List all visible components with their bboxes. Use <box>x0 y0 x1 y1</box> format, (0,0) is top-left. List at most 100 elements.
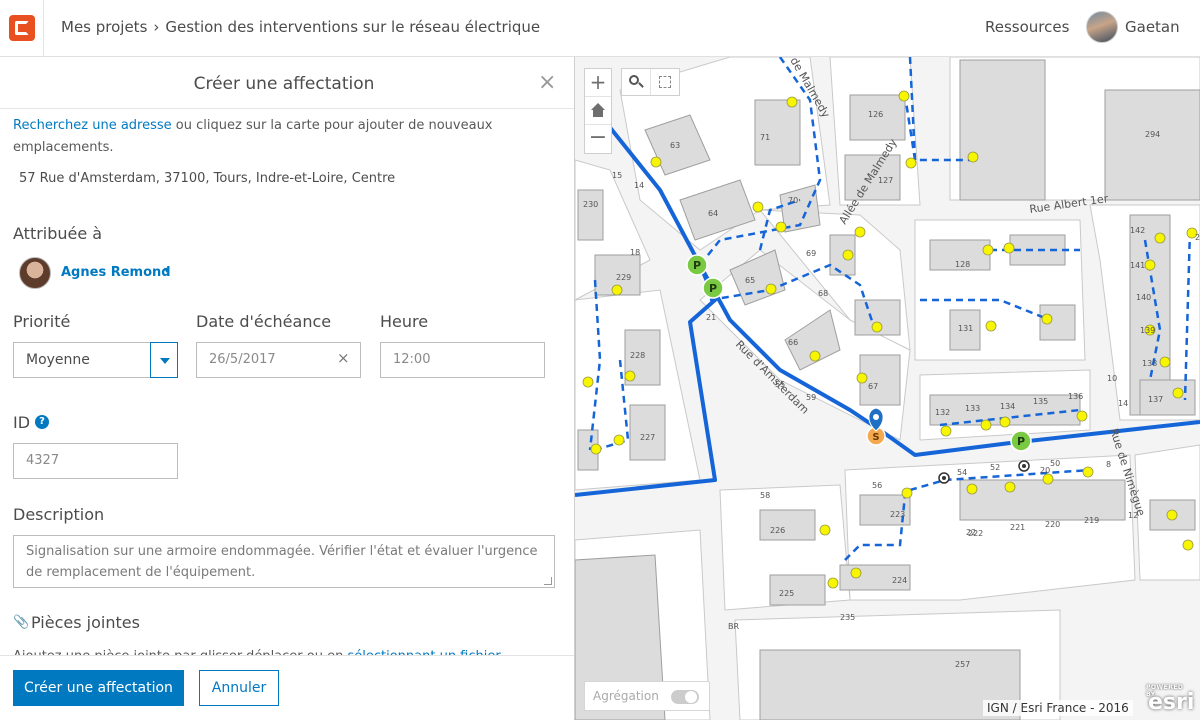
priority-value: Moyenne <box>26 352 90 368</box>
intro-text: Recherchez une adresse ou cliquez sur la… <box>13 115 533 159</box>
parcel-label: 63 <box>670 141 680 150</box>
parcel-label: 137 <box>1148 395 1163 404</box>
parcel-label: 8 <box>1106 460 1111 469</box>
parcel-label: 132 <box>935 408 950 417</box>
parcel-label: 12 <box>1128 511 1138 520</box>
user-avatar[interactable] <box>1086 11 1118 43</box>
parcel-label: 220 <box>1045 520 1060 529</box>
parcel-label: 52 <box>990 463 1000 472</box>
aggregation-toggle[interactable]: Agrégation <box>584 681 710 711</box>
parcel-label: 138 <box>1142 359 1157 368</box>
parcel-label: 225 <box>779 589 794 598</box>
app-header: Mes projets › Gestion des interventions su… <box>0 0 1200 57</box>
attachments-label: Pièces jointes <box>31 613 140 632</box>
parcel-label: 14 <box>1118 399 1128 408</box>
parcel-label: 66 <box>788 338 798 347</box>
description-field[interactable]: Signalisation sur une armoire endommagée… <box>13 535 555 588</box>
breadcrumb-projects-link[interactable]: Mes projets <box>61 18 147 36</box>
create-assignment-button[interactable]: Créer une affectation <box>13 670 184 706</box>
parcel-label: 55 <box>775 380 785 389</box>
title-divider <box>0 108 574 109</box>
search-address-link[interactable]: Recherchez une adresse <box>13 118 172 133</box>
user-name[interactable]: Gaetan <box>1125 18 1180 36</box>
zoom-out-button[interactable]: − <box>585 125 611 153</box>
parcel-label: 22 <box>966 528 976 537</box>
description-label: Description <box>13 505 105 524</box>
parcel-label: 141 <box>1130 261 1145 270</box>
assigned-to-label: Attribuée à <box>13 224 103 243</box>
breadcrumb-current-project: Gestion des interventions sur le réseau … <box>165 18 541 36</box>
time-field[interactable]: 12:00 <box>380 342 545 378</box>
assignee-avatar <box>19 257 51 289</box>
parcel-label: 219 <box>1084 516 1099 525</box>
help-icon[interactable]: ? <box>35 415 49 429</box>
panel-footer: Créer une affectation Annuler <box>0 655 574 720</box>
parcel-label: 224 <box>892 576 907 585</box>
parcel-label: 69 <box>806 249 816 258</box>
parcel-label: 126 <box>868 110 883 119</box>
select-tool-icon[interactable] <box>652 69 680 95</box>
pin-label: S <box>872 432 879 443</box>
parcel-label: 2 <box>1195 233 1200 242</box>
clear-date-icon[interactable]: × <box>337 349 350 367</box>
due-date-label: Date d'échéance <box>196 312 332 331</box>
parking-label: P <box>709 282 717 295</box>
parcel-label: 235 <box>840 613 855 622</box>
chevron-down-icon[interactable]: ▾ <box>164 265 169 276</box>
parcel-label: 14 <box>634 181 644 190</box>
parcel-label: 70 <box>788 196 798 205</box>
parcel-label: 20 <box>1040 466 1050 475</box>
map-view[interactable]: P P P S Rue d'Amsterdam Allée de Malmedy… <box>575 57 1200 720</box>
parcel-label: 65 <box>745 276 755 285</box>
parcel-label: 136 <box>1068 392 1083 401</box>
parcel-label: 142 <box>1130 226 1145 235</box>
parcel-label: 133 <box>965 404 980 413</box>
parcel-label: 227 <box>640 433 655 442</box>
zoom-in-button[interactable]: + <box>585 69 611 97</box>
parcel-label: 221 <box>1010 523 1025 532</box>
parcel-label: 15 <box>612 171 622 180</box>
app-logo-icon[interactable] <box>9 15 35 41</box>
aggregation-switch[interactable] <box>671 690 699 704</box>
parcel-label: 64 <box>708 209 718 218</box>
resize-handle-icon[interactable] <box>544 577 552 585</box>
id-field[interactable]: 4327 <box>13 443 178 479</box>
id-label: ID <box>13 413 31 432</box>
parking-label: P <box>693 259 701 272</box>
cancel-button[interactable]: Annuler <box>199 670 279 706</box>
parcel-label: 140 <box>1136 293 1151 302</box>
selected-address: 57 Rue d'Amsterdam, 37100, Tours, Indre-… <box>19 171 396 186</box>
parcel-label: 228 <box>630 351 645 360</box>
parcel-label: BR <box>728 622 739 631</box>
parcel-label: 68 <box>818 289 828 298</box>
close-icon[interactable]: × <box>538 72 556 94</box>
parcel-label: 128 <box>955 260 970 269</box>
parcel-label: 58 <box>760 491 770 500</box>
parcel-label: 59 <box>806 393 816 402</box>
aggregation-label: Agrégation <box>593 689 659 703</box>
parcel-label: 18 <box>630 248 640 257</box>
parcel-label: 67 <box>868 382 878 391</box>
map-toolbar <box>621 68 680 96</box>
paperclip-icon: 📎 <box>13 615 30 630</box>
chevron-down-icon[interactable] <box>150 342 178 378</box>
priority-select[interactable]: Moyenne <box>13 342 178 378</box>
time-label: Heure <box>380 312 429 331</box>
home-icon[interactable] <box>585 97 611 125</box>
parcel-label: 134 <box>1000 402 1015 411</box>
parcel-label: 229 <box>616 273 631 282</box>
assignee-dropdown[interactable]: Agnes Remond <box>61 265 171 280</box>
resources-link[interactable]: Ressources <box>985 18 1069 36</box>
parcel-label: 50 <box>1050 459 1060 468</box>
search-icon[interactable] <box>622 69 651 95</box>
esri-wordmark: esri <box>1148 690 1195 715</box>
parcel-label: 226 <box>770 526 785 535</box>
parcel-label: 56 <box>872 481 882 490</box>
esri-logo: POWERED BY esri <box>1142 684 1194 716</box>
header-divider <box>43 0 44 57</box>
parcel-label: 21 <box>706 313 716 322</box>
map-canvas[interactable]: P P P S Rue d'Amsterdam Allée de Malmedy… <box>575 57 1200 720</box>
priority-label: Priorité <box>13 312 71 331</box>
parcel-label: 294 <box>1145 130 1160 139</box>
parcel-label: 139 <box>1140 326 1155 335</box>
